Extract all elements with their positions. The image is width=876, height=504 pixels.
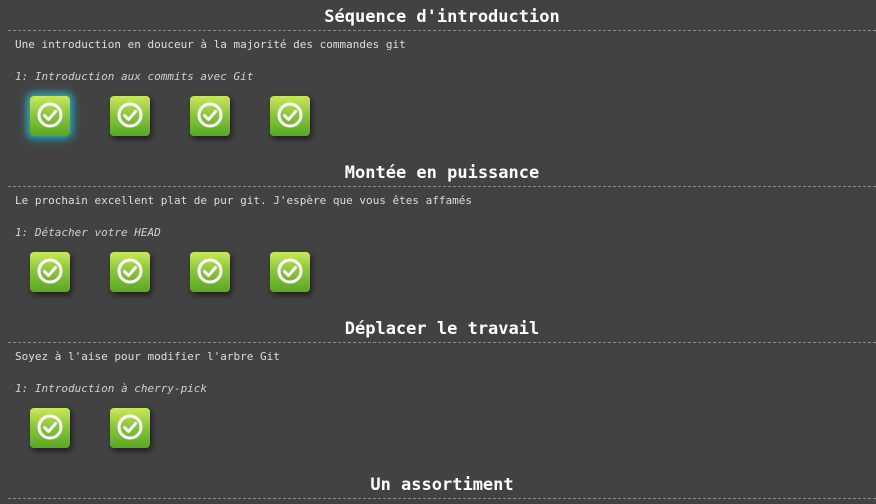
level-name: 1: Détacher votre HEAD [15,226,161,239]
sequence-description: Soyez à l'aise pour modifier l'arbre Git [15,350,280,363]
level-list [8,96,876,156]
sequence-assortment: Un assortiment [8,474,876,499]
level-button-4[interactable] [270,252,310,292]
checkmark-circle-icon [117,414,143,440]
sequence-description: Le prochain excellent plat de pur git. J… [15,194,472,207]
level-button-2[interactable] [110,252,150,292]
sequence-description: Une introduction en douceur à la majorit… [15,38,406,51]
level-button-1[interactable] [30,252,70,292]
level-button-3[interactable] [190,252,230,292]
level-button-2[interactable] [110,408,150,448]
checkmark-circle-icon [197,102,223,128]
checkmark-circle-icon [117,258,143,284]
sequence-introduction: Séquence d'introduction Une introduction… [8,6,876,156]
level-button-1[interactable] [30,408,70,448]
level-name: 1: Introduction à cherry-pick [15,382,208,395]
level-list [8,252,876,312]
sequence-title: Déplacer le travail [8,318,876,343]
levels-dialog: Séquence d'introduction Une introduction… [0,0,876,504]
level-list [8,408,876,468]
level-button-1[interactable] [30,96,70,136]
checkmark-circle-icon [277,102,303,128]
sequence-title: Un assortiment [8,474,876,499]
level-button-3[interactable] [190,96,230,136]
checkmark-circle-icon [117,102,143,128]
sequence-title: Séquence d'introduction [8,6,876,31]
checkmark-circle-icon [277,258,303,284]
sequence-move-work: Déplacer le travail Soyez à l'aise pour … [8,318,876,468]
level-button-2[interactable] [110,96,150,136]
checkmark-circle-icon [197,258,223,284]
checkmark-circle-icon [37,258,63,284]
sequence-rampup: Montée en puissance Le prochain excellen… [8,162,876,312]
checkmark-circle-icon [37,414,63,440]
level-button-4[interactable] [270,96,310,136]
level-name: 1: Introduction aux commits avec Git [15,70,254,83]
sequence-title: Montée en puissance [8,162,876,187]
checkmark-circle-icon [37,102,63,128]
